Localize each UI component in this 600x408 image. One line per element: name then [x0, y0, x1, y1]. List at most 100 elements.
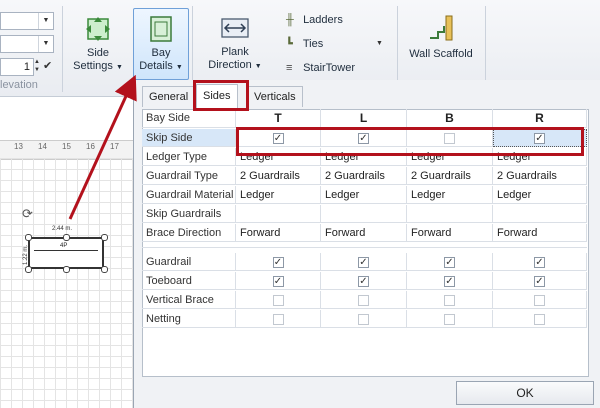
netting-checkbox[interactable]: [272, 314, 284, 325]
caret-down-icon: ▼: [254, 63, 262, 70]
tab-verticals[interactable]: Verticals: [247, 86, 303, 107]
ribbon-combo-2[interactable]: ▼: [0, 35, 54, 53]
value-cell[interactable]: Ledger: [236, 186, 321, 204]
chevron-down-icon[interactable]: ▼: [38, 36, 53, 52]
ruler-tick: 16: [86, 142, 95, 151]
guardrail-checkbox[interactable]: ✓: [444, 257, 455, 268]
row-label: Guardrail: [142, 253, 236, 271]
grid-corner-header: Bay Side: [142, 109, 236, 128]
ladders-label: Ladders: [303, 14, 343, 26]
value-cell[interactable]: Forward: [236, 224, 321, 242]
value-cell[interactable]: 2 Guardrails: [493, 167, 587, 185]
value-cell[interactable]: Forward: [321, 224, 407, 242]
selection-handle[interactable]: [63, 266, 70, 273]
toeboard-checkbox[interactable]: ✓: [534, 276, 545, 287]
group-separator: [62, 6, 63, 92]
combo-2-value: [1, 38, 4, 50]
stairtower-label: StairTower: [303, 62, 356, 74]
ribbon-stepper[interactable]: 1: [0, 58, 34, 76]
plank-direction-button[interactable]: Plank Direction ▼: [200, 10, 270, 80]
toeboard-checkbox[interactable]: ✓: [272, 276, 284, 287]
netting-checkbox[interactable]: [444, 314, 455, 325]
ruler-tick: 15: [62, 142, 71, 151]
ladders-icon: ╫: [286, 14, 294, 26]
value-cell[interactable]: Forward: [407, 224, 493, 242]
grid-section-separator: [142, 247, 587, 248]
caret-down-icon: ▼: [175, 64, 183, 71]
stairtower-button[interactable]: ≡ StairTower: [286, 61, 355, 75]
vertical-brace-checkbox[interactable]: [272, 295, 284, 306]
checkmark-icon[interactable]: ✔: [43, 58, 53, 74]
bay-shape[interactable]: 4P: [28, 237, 104, 269]
tab-verticals-label: Verticals: [254, 91, 296, 103]
vertical-brace-checkbox[interactable]: [444, 295, 455, 306]
netting-checkbox[interactable]: [358, 314, 369, 325]
vertical-brace-checkbox[interactable]: [534, 295, 545, 306]
selection-handle[interactable]: [63, 234, 70, 241]
value-cell[interactable]: 2 Guardrails: [236, 167, 321, 185]
value-cell[interactable]: Ledger: [493, 186, 587, 204]
row-label: Skip Side: [142, 129, 236, 147]
row-label: Netting: [142, 310, 236, 328]
ties-icon: ┗: [286, 38, 293, 50]
column-header-t: T: [236, 109, 321, 128]
value-cell[interactable]: 2 Guardrails: [321, 167, 407, 185]
selection-handle[interactable]: [101, 266, 108, 273]
rotate-handle-icon[interactable]: ⟳: [22, 207, 36, 221]
toeboard-checkbox[interactable]: ✓: [444, 276, 455, 287]
value-cell[interactable]: [236, 205, 321, 223]
bay-arrow-line: [34, 250, 98, 251]
row-label: Skip Guardrails: [142, 205, 236, 223]
ok-button-label: OK: [516, 386, 534, 400]
ties-button[interactable]: ┗ Ties: [286, 37, 323, 51]
selection-handle[interactable]: [25, 266, 32, 273]
bay-details-label-2: Details: [139, 60, 173, 72]
value-cell[interactable]: [407, 205, 493, 223]
column-header-l: L: [321, 109, 407, 128]
value-cell[interactable]: 2 Guardrails: [407, 167, 493, 185]
row-label: Toeboard: [142, 272, 236, 290]
wall-scaffold-button[interactable]: Wall Scaffold: [405, 10, 477, 70]
selection-handle[interactable]: [101, 234, 108, 241]
drawing-grid: [0, 158, 133, 408]
guardrail-checkbox[interactable]: ✓: [272, 257, 284, 268]
ladders-button[interactable]: ╫ Ladders: [286, 13, 343, 27]
stepper-value: 1: [23, 61, 30, 73]
horizontal-ruler: 13 14 15 16 17: [0, 140, 133, 160]
selection-handle[interactable]: [25, 234, 32, 241]
toeboard-checkbox[interactable]: ✓: [358, 276, 369, 287]
plank-direction-label-2: Direction: [208, 59, 252, 71]
ok-button[interactable]: OK: [456, 381, 594, 405]
value-cell[interactable]: [493, 205, 587, 223]
row-label: Guardrail Type: [142, 167, 236, 185]
bay-details-button[interactable]: Bay Details ▼: [133, 8, 189, 80]
ties-caret-icon[interactable]: ▼: [376, 40, 383, 47]
column-header-b: B: [407, 109, 493, 128]
chevron-down-icon[interactable]: ▼: [38, 13, 53, 29]
stairtower-icon: ≡: [286, 62, 293, 74]
annotation-highlight-skip-side-row: [236, 127, 584, 156]
caret-down-icon: ▼: [115, 64, 123, 71]
tab-general-label: General: [149, 91, 189, 103]
tab-general[interactable]: General: [142, 86, 196, 107]
value-cell[interactable]: Ledger: [321, 186, 407, 204]
value-cell[interactable]: Forward: [493, 224, 587, 242]
value-cell[interactable]: [321, 205, 407, 223]
ribbon-combo-1[interactable]: ▼: [0, 12, 54, 30]
vertical-brace-checkbox[interactable]: [358, 295, 369, 306]
guardrail-checkbox[interactable]: ✓: [534, 257, 545, 268]
stepper-arrows-icon[interactable]: ▲ ▼: [33, 58, 41, 74]
row-label: Ledger Type: [142, 148, 236, 166]
value-cell[interactable]: Ledger: [407, 186, 493, 204]
side-settings-label-2: Settings: [73, 60, 113, 72]
group-label-elevation: levation: [0, 79, 38, 91]
ties-label: Ties: [302, 38, 324, 50]
side-settings-button[interactable]: Side Settings ▼: [68, 10, 128, 80]
ruler-tick: 13: [14, 142, 23, 151]
netting-checkbox[interactable]: [534, 314, 545, 325]
column-header-r: R: [493, 109, 587, 128]
wall-scaffold-label: Wall Scaffold: [409, 48, 473, 60]
side-settings-label-1: Side: [86, 47, 110, 59]
guardrail-checkbox[interactable]: ✓: [358, 257, 369, 268]
dimension-top-label: 2.44 m.: [52, 226, 73, 232]
